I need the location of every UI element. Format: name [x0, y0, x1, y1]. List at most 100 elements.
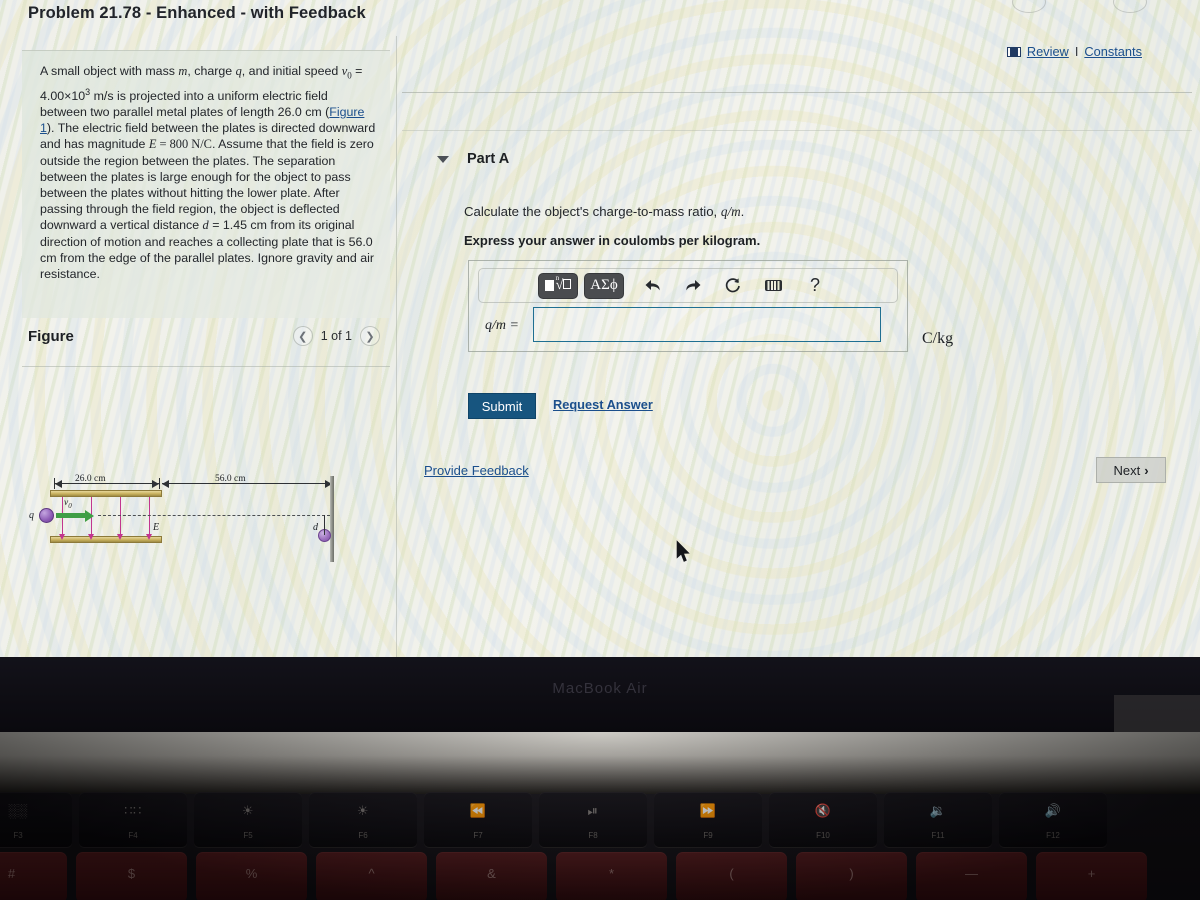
- mission-control-key-label: F3: [13, 831, 23, 840]
- math-toolbar: n √ ΑΣϕ ?: [478, 268, 898, 303]
- key-8[interactable]: *: [556, 852, 667, 900]
- dim-line-gap: [162, 483, 332, 485]
- header-rule-secondary: [402, 130, 1192, 131]
- ps-0: A small object with mass: [40, 64, 179, 78]
- caret-down-icon[interactable]: [437, 155, 449, 163]
- header-rule: [402, 92, 1192, 93]
- key-plus[interactable]: +: [1036, 852, 1147, 900]
- plate-length-label: 26.0 cm: [75, 474, 106, 484]
- request-answer-link[interactable]: Request Answer: [553, 397, 653, 412]
- fast-forward-key-glyph: ⏩: [699, 803, 717, 818]
- pane-divider: [396, 36, 397, 657]
- sqrt-template-button[interactable]: n √: [538, 272, 578, 299]
- volume-up-key[interactable]: 🔊 F12: [999, 792, 1107, 847]
- gap-length-label: 56.0 cm: [215, 474, 246, 484]
- key-0-glyph: ): [849, 866, 854, 881]
- key-minus-glyph: —: [965, 866, 978, 881]
- part-a-header[interactable]: Part A: [437, 151, 509, 167]
- key-6[interactable]: ^: [316, 852, 427, 900]
- key-9[interactable]: (: [676, 852, 787, 900]
- answer-field-label: q/m =: [485, 318, 519, 333]
- key-6-glyph: ^: [368, 866, 375, 881]
- number-key-row: # $% ^ & * () — +: [0, 852, 1200, 900]
- velocity-subscript: 0: [68, 501, 72, 510]
- problem-pane: A small object with mass m, charge q, an…: [0, 36, 396, 657]
- key-3[interactable]: #: [0, 852, 67, 900]
- rewind-key[interactable]: ⏪ F7: [424, 792, 532, 847]
- problem-statement-card: A small object with mass m, charge q, an…: [22, 50, 390, 318]
- meta-separator: I: [1074, 44, 1079, 59]
- question-prompt: Calculate the object's charge-to-mass ra…: [464, 204, 744, 220]
- mission-control-key[interactable]: ░░ F3: [0, 792, 72, 847]
- launchpad-key-glyph: ∷∷: [124, 803, 142, 818]
- redo-svg: [686, 279, 701, 290]
- key-4[interactable]: $: [76, 852, 187, 900]
- submit-button[interactable]: Submit: [468, 393, 536, 419]
- ps-2: , charge: [187, 64, 236, 78]
- figure-image[interactable]: 26.0 cm 56.0 cm E q v0 d: [22, 372, 390, 602]
- reset-svg: [725, 277, 740, 292]
- next-label: Next: [1113, 462, 1141, 478]
- deflection-arrow: [324, 515, 326, 535]
- play-pause-key[interactable]: ⏯ F8: [539, 792, 647, 847]
- page-title: Problem 21.78 - Enhanced - with Feedback: [28, 4, 366, 22]
- key-5[interactable]: %: [196, 852, 307, 900]
- keyboard-brightness-up-key-glyph: ☀: [356, 803, 370, 818]
- sqrt-index: n: [555, 273, 560, 282]
- reset-circle-icon[interactable]: [718, 273, 748, 299]
- redo-arrow-icon[interactable]: [678, 273, 708, 299]
- ps-4: , and initial speed: [241, 64, 342, 78]
- figure-navigation: ❮ 1 of 1 ❯: [292, 326, 380, 346]
- upper-plate: [50, 490, 162, 497]
- parallel-plate-diagram: 26.0 cm 56.0 cm E q v0 d: [22, 472, 390, 572]
- key-5-glyph: %: [245, 866, 258, 881]
- question-mark-icon[interactable]: ?: [800, 273, 830, 299]
- dim-arrow-left: [55, 480, 62, 488]
- volume-down-key-glyph: 🔉: [929, 803, 947, 818]
- figure-label: Figure: [28, 328, 74, 345]
- field-label: E: [153, 522, 160, 533]
- greek-symbols-button[interactable]: ΑΣϕ: [584, 272, 624, 299]
- keyboard-icon[interactable]: [758, 273, 788, 299]
- collecting-plate: [330, 476, 334, 562]
- undo-arrow-icon[interactable]: [638, 273, 668, 299]
- keyboard-brightness-up-key[interactable]: ☀ F6: [309, 792, 417, 847]
- keyboard-deck: ░░ F3 ∷∷ F4 ☀ F5 ☀ F6 ⏪ F7 ⏯ F8 ⏩ F9 🔇 F10 🔉 F11 🔊 F12 # $% ^…: [0, 732, 1200, 900]
- key-7[interactable]: &: [436, 852, 547, 900]
- play-pause-key-label: F8: [588, 831, 598, 840]
- book-icon: [1006, 46, 1021, 57]
- review-link[interactable]: Review: [1027, 44, 1069, 59]
- constants-link[interactable]: Constants: [1084, 44, 1142, 59]
- provide-feedback-link[interactable]: Provide Feedback: [424, 463, 529, 478]
- chevron-right-icon[interactable]: ❯: [360, 326, 380, 346]
- laptop-screen: Problem 21.78 - Enhanced - with Feedback…: [0, 0, 1200, 657]
- key-minus[interactable]: —: [916, 852, 1027, 900]
- figure-divider: [22, 366, 390, 367]
- launchpad-key[interactable]: ∷∷ F4: [79, 792, 187, 847]
- answer-units-label: C/kg: [922, 330, 954, 347]
- volume-up-key-glyph: 🔊: [1044, 803, 1062, 818]
- fast-forward-key[interactable]: ⏩ F9: [654, 792, 762, 847]
- key-7-glyph: &: [487, 866, 496, 881]
- charge-label: q: [29, 510, 34, 521]
- chevron-left-icon[interactable]: ❮: [292, 326, 313, 346]
- mute-key[interactable]: 🔇 F10: [769, 792, 877, 847]
- volume-down-key[interactable]: 🔉 F11: [884, 792, 992, 847]
- next-button[interactable]: Next ›: [1096, 457, 1166, 483]
- answer-entry-box: n √ ΑΣϕ ? q/m =: [468, 260, 908, 352]
- rewind-key-label: F7: [473, 831, 483, 840]
- key-3-glyph: #: [7, 866, 16, 881]
- dim-arrow-mid-left: [152, 480, 159, 488]
- answer-input[interactable]: [533, 307, 881, 342]
- key-0[interactable]: ): [796, 852, 907, 900]
- keyboard-brightness-down-key[interactable]: ☀ F5: [194, 792, 302, 847]
- deck-hinge-area: [0, 732, 1200, 794]
- field-arrow-4: [145, 497, 154, 540]
- question-lead: Calculate the object's charge-to-mass ra…: [464, 204, 721, 219]
- keyboard-glyph: [764, 280, 782, 291]
- problem-statement-text: A small object with mass m, charge q, an…: [40, 63, 376, 282]
- volume-down-key-label: F11: [931, 831, 945, 840]
- mouse-cursor: [676, 540, 690, 562]
- keyboard-brightness-up-key-label: F6: [358, 831, 368, 840]
- keyboard-brightness-down-key-glyph: ☀: [241, 803, 255, 818]
